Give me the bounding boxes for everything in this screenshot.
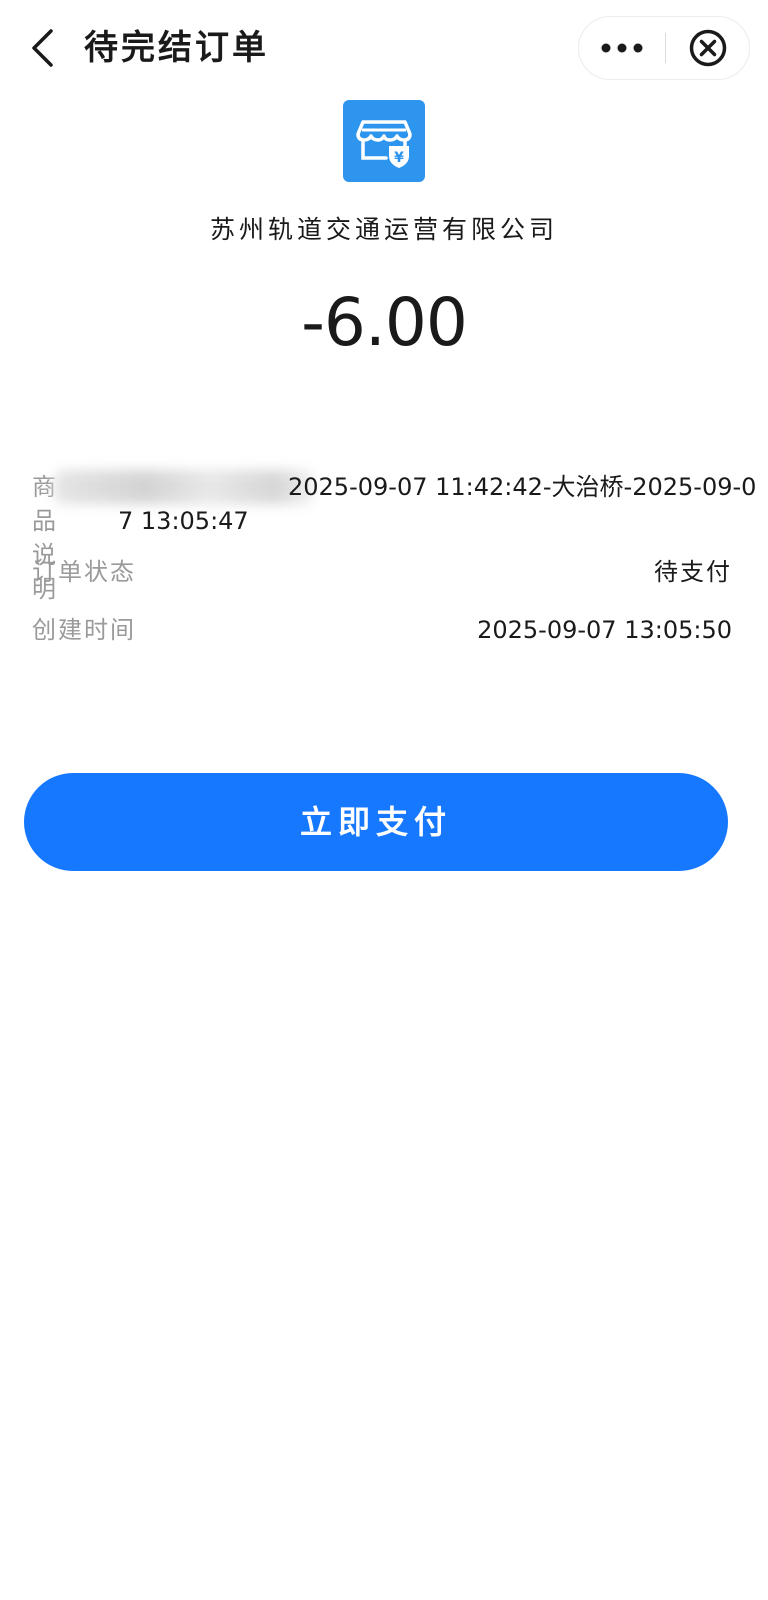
order-status-value: 待支付 <box>654 558 732 586</box>
more-dots-icon <box>601 43 643 53</box>
close-circle-icon <box>689 29 727 67</box>
more-button[interactable] <box>579 17 665 79</box>
mini-program-capsule <box>578 16 750 80</box>
store-yuan-icon: ¥ <box>356 120 412 168</box>
created-time-row: 创建时间 2025-09-07 13:05:50 <box>32 610 732 650</box>
order-amount: -6.00 <box>301 284 468 361</box>
order-status-label: 订单状态 <box>32 558 136 586</box>
order-status-row: 订单状态 待支付 <box>32 552 732 592</box>
chevron-left-icon <box>32 29 53 67</box>
svg-text:¥: ¥ <box>394 150 404 166</box>
product-description-row: 商品说明 2025-09-07 11:42:42-大治桥-2025-09-07 … <box>32 470 756 603</box>
nav-bar: 待完结订单 <box>0 0 768 96</box>
product-description-value: 2025-09-07 11:42:42-大治桥-2025-09-07 13:05… <box>118 473 757 535</box>
back-button[interactable] <box>22 26 62 70</box>
page-title: 待完结订单 <box>84 28 269 68</box>
merchant-name: 苏州轨道交通运营有限公司 <box>209 215 558 244</box>
created-time-value: 2025-09-07 13:05:50 <box>477 616 732 644</box>
pay-now-button[interactable]: 立即支付 <box>24 773 728 871</box>
close-button[interactable] <box>666 17 750 79</box>
created-time-label: 创建时间 <box>32 616 136 644</box>
merchant-logo: ¥ <box>343 100 425 182</box>
